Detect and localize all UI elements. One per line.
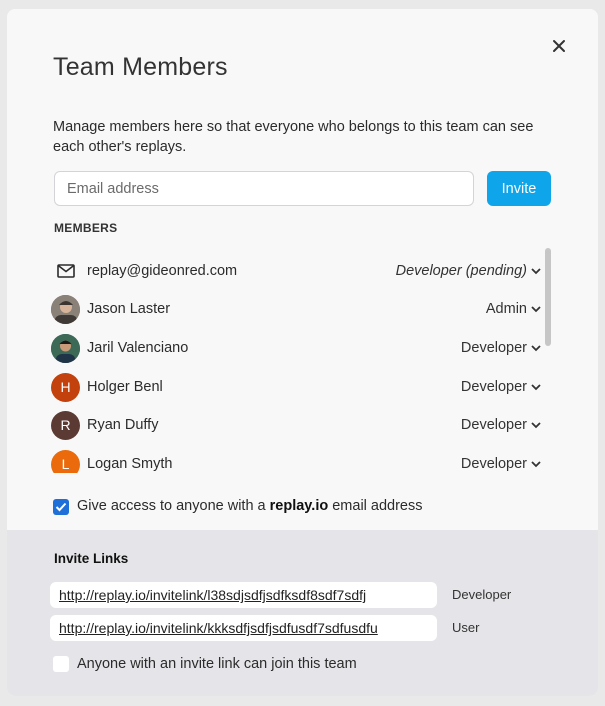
member-name: Logan Smyth xyxy=(87,456,173,472)
avatar: R xyxy=(51,410,80,440)
role-dropdown[interactable]: Developer xyxy=(461,417,541,433)
member-name: Holger Benl xyxy=(87,379,163,395)
member-name: Jaril Valenciano xyxy=(87,340,189,356)
join-label: Anyone with an invite link can join this… xyxy=(77,656,357,672)
checkmark-icon xyxy=(55,502,67,512)
invite-links-section: Invite Links http://replay.io/invitelink… xyxy=(7,530,598,696)
invite-link[interactable]: http://replay.io/invitelink/l38sdjsdfjsd… xyxy=(59,587,366,603)
role-dropdown[interactable]: Developer xyxy=(461,456,541,472)
role-label: Developer xyxy=(460,379,527,395)
invite-link-box: http://replay.io/invitelink/l38sdjsdfjsd… xyxy=(50,582,437,608)
chevron-down-icon xyxy=(531,421,541,428)
members-list: replay@gideonred.com Developer (pending)… xyxy=(51,243,541,473)
member-name: Jason Laster xyxy=(87,301,171,317)
email-input[interactable] xyxy=(54,171,474,206)
role-label: Developer xyxy=(460,340,527,356)
role-dropdown[interactable]: Developer xyxy=(461,379,541,395)
avatar xyxy=(51,333,80,363)
access-checkbox[interactable] xyxy=(53,499,69,515)
members-heading: MEMBERS xyxy=(54,221,118,235)
avatar: H xyxy=(51,372,80,402)
team-members-dialog: Team Members Manage members here so that… xyxy=(7,9,598,696)
role-dropdown[interactable]: Admin xyxy=(486,301,541,317)
invite-links-title: Invite Links xyxy=(54,551,129,566)
member-name: Ryan Duffy xyxy=(87,417,159,433)
role-label: Developer xyxy=(460,456,527,472)
member-row: R Ryan Duffy Developer xyxy=(51,406,541,444)
invite-link-box: http://replay.io/invitelink/kkksdfjsdfjs… xyxy=(50,615,437,641)
dialog-description: Manage members here so that everyone who… xyxy=(53,119,534,155)
access-label-domain: replay.io xyxy=(269,498,329,514)
chevron-down-icon xyxy=(531,383,541,390)
dialog-title: Team Members xyxy=(53,53,228,81)
mail-icon xyxy=(51,264,80,278)
access-label: Give access to anyone with a replay.io e… xyxy=(77,498,423,514)
chevron-down-icon xyxy=(531,305,541,312)
close-icon[interactable] xyxy=(550,37,568,55)
member-row: L Logan Smyth Developer xyxy=(51,445,541,473)
role-label: Admin xyxy=(485,301,527,317)
role-dropdown[interactable]: Developer xyxy=(461,340,541,356)
member-row: replay@gideonred.com Developer (pending) xyxy=(51,252,541,290)
role-label: Developer xyxy=(460,417,527,433)
chevron-down-icon xyxy=(531,460,541,467)
access-label-prefix: Give access to anyone with a xyxy=(77,498,270,514)
invite-link[interactable]: http://replay.io/invitelink/kkksdfjsdfjs… xyxy=(59,620,378,636)
member-row: Jason Laster Admin xyxy=(51,290,541,328)
role-dropdown[interactable]: Developer (pending) xyxy=(396,263,541,279)
members-scrollbar[interactable] xyxy=(545,248,551,346)
invite-button[interactable]: Invite xyxy=(487,171,551,206)
join-checkbox[interactable] xyxy=(53,656,69,672)
invite-link-role: User xyxy=(452,620,480,635)
member-row: Jaril Valenciano Developer xyxy=(51,329,541,367)
avatar xyxy=(51,294,80,324)
member-name: replay@gideonred.com xyxy=(87,263,238,279)
chevron-down-icon xyxy=(531,344,541,351)
member-row: H Holger Benl Developer xyxy=(51,368,541,406)
role-label: Developer (pending) xyxy=(395,263,527,279)
invite-link-role: Developer xyxy=(452,587,512,602)
avatar: L xyxy=(51,449,80,473)
access-label-suffix: email address xyxy=(328,498,423,514)
chevron-down-icon xyxy=(531,267,541,274)
